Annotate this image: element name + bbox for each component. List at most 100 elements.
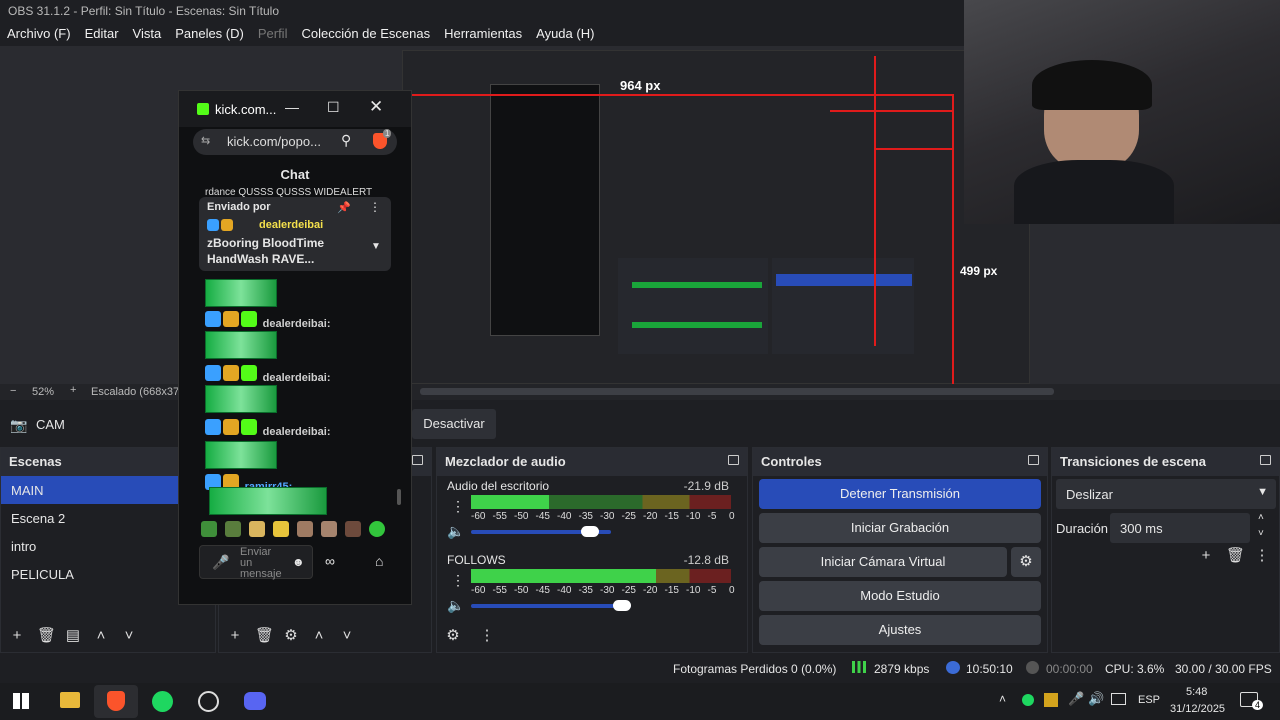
preview-scrollbar[interactable]	[420, 388, 1054, 395]
site-settings-icon[interactable]: ⇆	[201, 134, 210, 147]
store-icon[interactable]: ⌂	[375, 553, 383, 569]
clock-time[interactable]: 5:48	[1186, 686, 1207, 698]
current-source-name: CAM	[36, 417, 65, 432]
emoji-icon[interactable]: ☻	[292, 555, 305, 569]
microphone-icon[interactable]: 🎤	[212, 554, 229, 571]
popout-icon[interactable]	[728, 455, 739, 465]
chat-scrollbar[interactable]	[397, 489, 401, 505]
kebab-menu-icon[interactable]: ⋮	[451, 498, 465, 515]
chat-message: dealerdeibai:	[205, 311, 395, 330]
duration-input[interactable]: 300 ms	[1110, 513, 1250, 543]
chevron-up-icon[interactable]: ˄	[1258, 512, 1264, 523]
menu-perfil[interactable]: Perfil	[255, 22, 299, 46]
menu-archivo[interactable]: Archivo (F)	[4, 22, 82, 46]
gear-icon[interactable]: ⚙	[283, 628, 299, 644]
chevron-up-icon[interactable]: ˄	[999, 692, 1006, 706]
emote-icon[interactable]	[297, 521, 313, 537]
popout-icon[interactable]	[1028, 455, 1039, 465]
transition-select[interactable]: Deslizar ▼	[1056, 479, 1276, 509]
browser-window[interactable]: kick.com... — ☐ ✕ ⇆ kick.com/popo... ⚲ 1…	[178, 90, 412, 605]
menu-editar[interactable]: Editar	[82, 22, 130, 46]
badge-icon	[207, 219, 219, 231]
menu-coleccion[interactable]: Colección de Escenas	[298, 22, 441, 46]
deactivate-button[interactable]: Desactivar	[412, 409, 496, 439]
menu-herramientas[interactable]: Herramientas	[441, 22, 533, 46]
microphone-icon[interactable]: 🎤	[1068, 691, 1084, 707]
network-icon[interactable]	[1111, 693, 1126, 705]
start-virtual-camera-button[interactable]: Iniciar Cámara Virtual	[759, 547, 1007, 577]
file-explorer-icon[interactable]	[60, 692, 80, 708]
add-scene-button[interactable]: +	[9, 628, 25, 644]
kebab-menu-icon[interactable]: ⋮	[479, 628, 495, 644]
studio-mode-button[interactable]: Modo Estudio	[759, 581, 1041, 611]
emote-icon[interactable]	[225, 521, 241, 537]
spotify-icon[interactable]	[152, 691, 173, 712]
close-icon[interactable]: ✕	[369, 97, 383, 117]
speaker-icon[interactable]: 🔈	[447, 597, 464, 614]
brave-browser-icon[interactable]	[107, 691, 125, 711]
move-up-icon[interactable]: ˄	[311, 628, 327, 644]
chat-input[interactable]: 🎤 Enviar un mensaje ☻	[199, 545, 313, 580]
settings-button[interactable]: Ajustes	[759, 615, 1041, 645]
move-up-icon[interactable]: ˄	[93, 628, 109, 644]
chevron-down-icon[interactable]: ˅	[1258, 528, 1264, 539]
emote-row	[201, 521, 391, 539]
tray-spotify-icon[interactable]	[1022, 694, 1034, 706]
start-recording-button[interactable]: Iniciar Grabación	[759, 513, 1041, 543]
add-transition-button[interactable]: +	[1198, 548, 1214, 564]
obs-icon[interactable]	[198, 691, 219, 712]
speaker-icon[interactable]: 🔈	[447, 523, 464, 540]
emote-icon[interactable]	[345, 521, 361, 537]
transitions-dock: Transiciones de escena Deslizar ▼ Duraci…	[1051, 447, 1280, 653]
volume-icon[interactable]: 🔊	[1088, 691, 1104, 707]
emote-icon[interactable]	[249, 521, 265, 537]
emote-icon[interactable]	[321, 521, 337, 537]
address-bar[interactable]: ⇆ kick.com/popo... ⚲ 1	[193, 129, 397, 155]
popout-icon[interactable]	[412, 455, 423, 465]
clock-date[interactable]: 31/12/2025	[1170, 703, 1225, 715]
menu-paneles[interactable]: Paneles (D)	[172, 22, 255, 46]
minimize-icon[interactable]: —	[285, 99, 299, 115]
chevron-down-icon[interactable]: ▼	[371, 241, 381, 252]
badge-icon	[205, 419, 221, 435]
emote-icon[interactable]	[273, 521, 289, 537]
emote-icon[interactable]	[201, 521, 217, 537]
stop-streaming-button[interactable]: Detener Transmisión	[759, 479, 1041, 509]
guide-line	[874, 56, 876, 346]
trash-icon[interactable]: 🗑	[1226, 548, 1245, 564]
kebab-menu-icon[interactable]: ⋮	[1254, 548, 1270, 564]
pinned-text: zBooring BloodTime HandWash RAVE...	[207, 236, 325, 266]
zoom-in-button[interactable]: +	[70, 384, 76, 396]
trash-icon[interactable]: 🗑	[255, 628, 274, 644]
move-down-icon[interactable]: ˅	[121, 628, 137, 644]
kebab-menu-icon[interactable]: ⋮	[451, 572, 465, 589]
menu-ayuda[interactable]: Ayuda (H)	[533, 22, 605, 46]
search-icon[interactable]: ⚲	[341, 132, 351, 149]
nested-controls	[772, 258, 914, 354]
trash-icon[interactable]: 🗑	[37, 628, 56, 644]
status-bar: Fotogramas Perdidos 0 (0.0%) 2879 kbps 1…	[0, 655, 1280, 683]
language-indicator[interactable]: ESP	[1138, 694, 1160, 706]
volume-slider[interactable]	[471, 526, 611, 537]
volume-slider[interactable]	[471, 600, 631, 611]
webcam-source[interactable]	[964, 0, 1280, 224]
chat-username: dealerdeibai:	[262, 318, 331, 330]
windows-start-icon[interactable]	[13, 693, 29, 709]
community-icon[interactable]: ∞	[325, 553, 335, 569]
popout-icon[interactable]	[1260, 455, 1271, 465]
menu-vista[interactable]: Vista	[130, 22, 173, 46]
gear-icon[interactable]: ⚙	[1011, 547, 1041, 577]
move-down-icon[interactable]: ˅	[339, 628, 355, 644]
tray-app-icon[interactable]	[1044, 693, 1058, 707]
filter-icon[interactable]: ▤	[65, 628, 81, 644]
emote-icon[interactable]	[369, 521, 385, 537]
scale-tick: -55	[492, 585, 507, 596]
zoom-out-button[interactable]: −	[10, 385, 16, 397]
gear-icon[interactable]: ⚙	[445, 628, 461, 644]
scaled-label: Escalado (668x375	[91, 386, 186, 398]
discord-icon[interactable]	[244, 692, 266, 710]
pinned-message[interactable]: Enviado por 📌 ⋮ dealerdeibai zBooring Bl…	[199, 197, 391, 271]
add-source-button[interactable]: +	[227, 628, 243, 644]
kebab-menu-icon[interactable]: ⋮	[369, 200, 381, 214]
maximize-icon[interactable]: ☐	[327, 99, 340, 116]
